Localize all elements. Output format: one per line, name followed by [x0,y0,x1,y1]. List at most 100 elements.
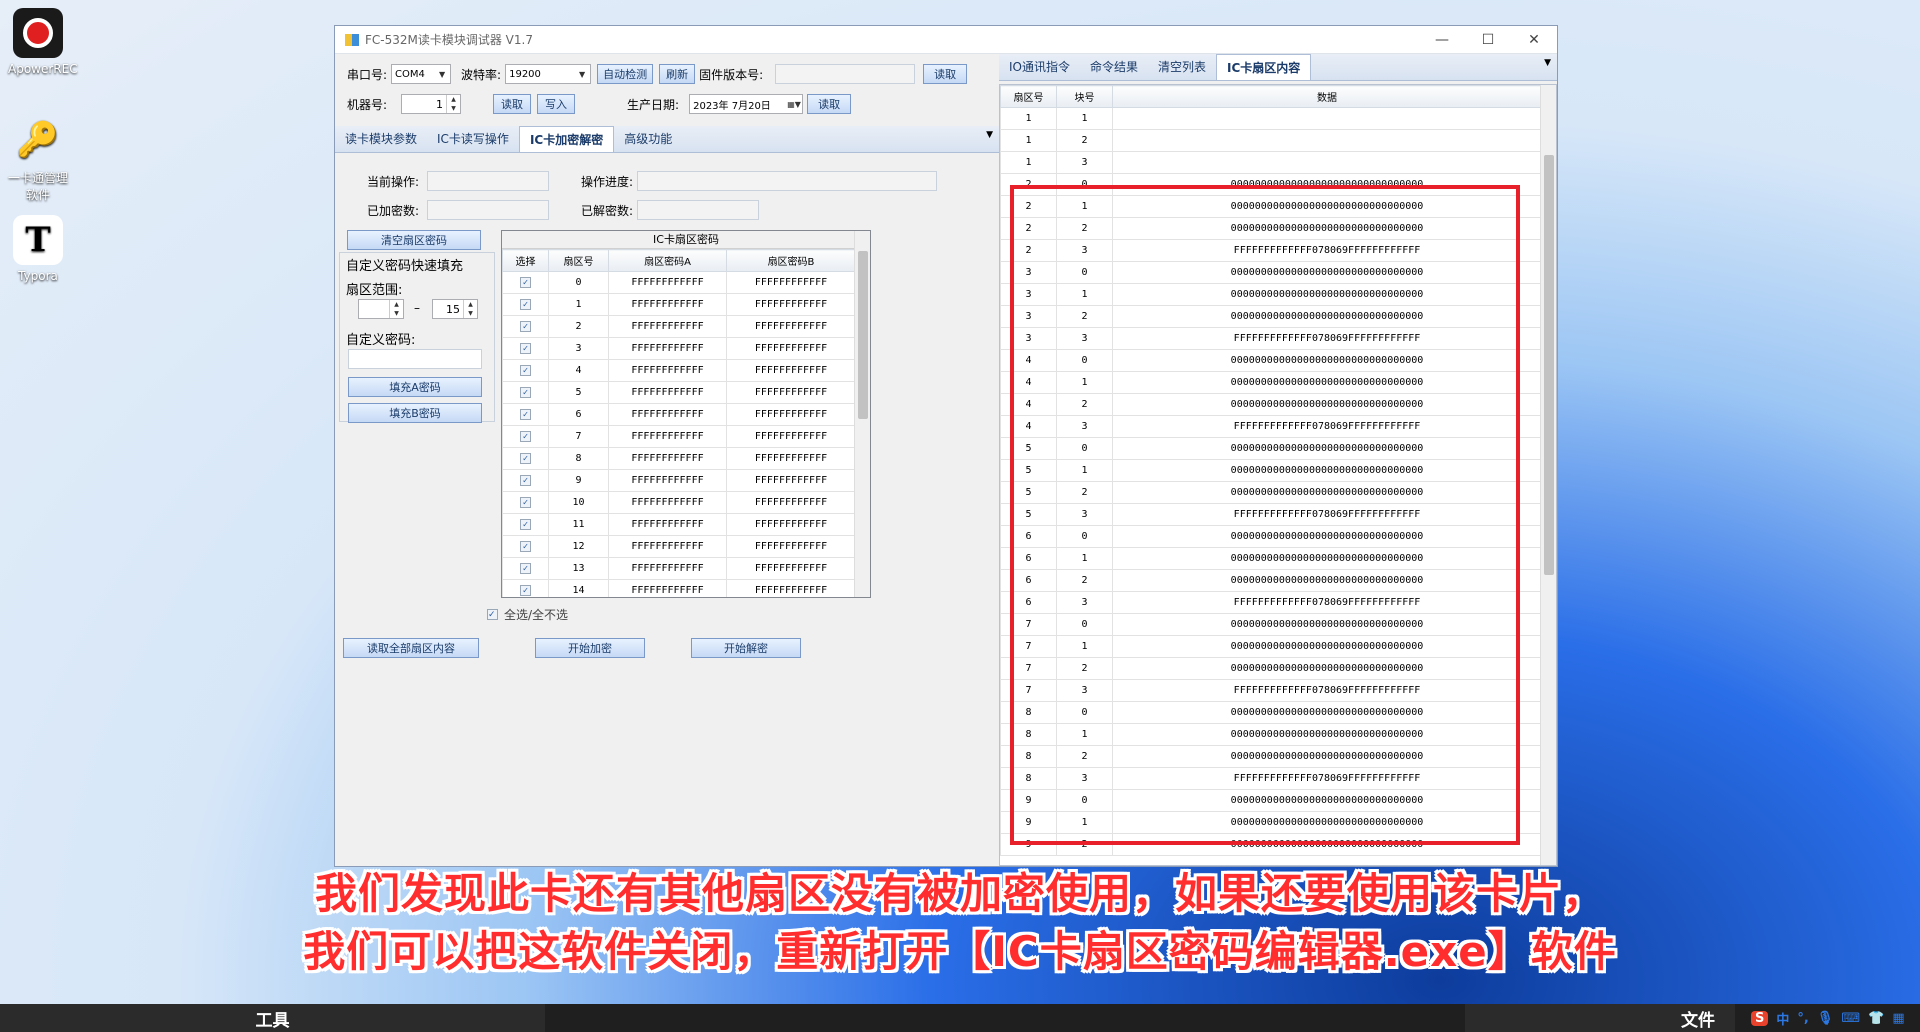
row-checkbox[interactable]: ✓ [520,277,531,288]
table-row[interactable]: 11 [1000,107,1542,130]
keyboard-icon[interactable]: ⌨ [1841,1011,1860,1026]
auto-detect-button[interactable]: 自动检测 [597,64,654,84]
firmware-field[interactable] [775,64,916,84]
table-row[interactable]: ✓ 9 FFFFFFFFFFFF FFFFFFFFFFFF [502,469,856,492]
tab-module-params[interactable]: 读卡模块参数 [335,126,427,152]
desktop-icon-apowerrec[interactable]: ApowerREC [8,8,78,76]
table-row[interactable]: 12 [1000,129,1542,152]
row-checkbox[interactable]: ✓ [520,299,531,310]
row-select-cell[interactable]: ✓ [502,403,549,426]
table-row[interactable]: ✓ 4 FFFFFFFFFFFF FFFFFFFFFFFF [502,359,856,382]
machine-stepper[interactable]: 1 ▲ ▼ [401,94,462,114]
baud-select[interactable]: 19200 ▼ [505,64,592,84]
ime-mode[interactable]: 中 [1776,1009,1789,1028]
row-checkbox[interactable]: ✓ [520,563,531,574]
clear-sector-password-button[interactable]: 清空扇区密码 [347,230,481,250]
ime-tray[interactable]: S 中 °, 🎙 ⌨ 👕 ▦ [1745,1004,1920,1032]
col-password-b[interactable]: 扇区密码B [726,249,856,272]
col-sector[interactable]: 扇区号 [548,249,609,272]
skin-icon[interactable]: 👕 [1868,1011,1884,1026]
content-scrollbar[interactable] [1540,85,1556,865]
row-checkbox[interactable]: ✓ [520,365,531,376]
row-select-cell[interactable]: ✓ [502,359,549,382]
table-row[interactable]: ✓ 2 FFFFFFFFFFFF FFFFFFFFFFFF [502,315,856,338]
fill-b-password-button[interactable]: 填充B密码 [348,403,482,423]
minimize-button[interactable]: — [1419,32,1465,48]
row-select-cell[interactable]: ✓ [502,293,549,316]
taskbar-tools[interactable]: 工具 [0,1004,545,1032]
row-select-cell[interactable]: ✓ [502,579,549,597]
table-row[interactable]: ✓ 10 FFFFFFFFFFFF FFFFFFFFFFFF [502,491,856,514]
close-button[interactable]: ✕ [1511,32,1557,48]
col-sector-no[interactable]: 扇区号 [1000,85,1057,108]
read-all-sectors-button[interactable]: 读取全部扇区内容 [343,638,479,658]
row-checkbox[interactable]: ✓ [520,475,531,486]
table-row[interactable]: ✓ 14 FFFFFFFFFFFF FFFFFFFFFFFF [502,579,856,597]
table-row[interactable]: ✓ 8 FFFFFFFFFFFF FFFFFFFFFFFF [502,447,856,470]
read-firmware-button[interactable]: 读取 [923,64,968,84]
write-machine-button[interactable]: 写入 [537,94,576,114]
spin-arrows-icon[interactable]: ▲ ▼ [446,95,460,113]
start-decrypt-button[interactable]: 开始解密 [691,638,801,658]
punctuation-icon[interactable]: °, [1797,1011,1808,1026]
col-block-no[interactable]: 块号 [1056,85,1113,108]
refresh-button[interactable]: 刷新 [659,64,696,84]
port-select[interactable]: COM4 ▼ [391,64,452,84]
row-select-cell[interactable]: ✓ [502,271,549,294]
tab-ic-sector-content[interactable]: IC卡扇区内容 [1216,54,1312,80]
table-row[interactable]: ✓ 7 FFFFFFFFFFFF FFFFFFFFFFFF [502,425,856,448]
table-row[interactable]: ✓ 11 FFFFFFFFFFFF FFFFFFFFFFFF [502,513,856,536]
row-select-cell[interactable]: ✓ [502,337,549,360]
row-checkbox[interactable]: ✓ [520,519,531,530]
row-checkbox[interactable]: ✓ [520,453,531,464]
maximize-button[interactable]: ☐ [1465,32,1511,48]
spin-arrows-icon[interactable]: ▲ ▼ [389,300,403,318]
row-select-cell[interactable]: ✓ [502,381,549,404]
col-data[interactable]: 数据 [1112,85,1542,108]
row-select-cell[interactable]: ✓ [502,315,549,338]
tab-advanced[interactable]: 高级功能 [614,126,682,152]
row-checkbox[interactable]: ✓ [520,409,531,420]
row-checkbox[interactable]: ✓ [520,541,531,552]
sogou-icon[interactable]: S [1751,1010,1769,1026]
table-row[interactable]: ✓ 0 FFFFFFFFFFFF FFFFFFFFFFFF [502,271,856,294]
range-to-stepper[interactable]: 15 ▲ ▼ [432,299,478,319]
row-select-cell[interactable]: ✓ [502,535,549,558]
tabs-dropdown-icon[interactable]: ▼ [1538,54,1557,80]
grid-scrollbar[interactable] [854,231,870,597]
scroll-thumb[interactable] [858,251,868,419]
tab-ic-encrypt[interactable]: IC卡加密解密 [518,126,615,152]
desktop-icon-card-manager[interactable]: 🔑 一卡通管理软件 [8,115,68,203]
tab-command-result[interactable]: 命令结果 [1080,54,1148,80]
row-select-cell[interactable]: ✓ [502,513,549,536]
table-row[interactable]: ✓ 3 FFFFFFFFFFFF FFFFFFFFFFFF [502,337,856,360]
custom-password-input[interactable] [348,349,482,369]
table-row[interactable]: ✓ 13 FFFFFFFFFFFF FFFFFFFFFFFF [502,557,856,580]
row-select-cell[interactable]: ✓ [502,557,549,580]
col-password-a[interactable]: 扇区密码A [608,249,727,272]
row-select-cell[interactable]: ✓ [502,491,549,514]
col-select[interactable]: 选择 [502,249,549,272]
tabs-dropdown-icon[interactable]: ▼ [980,126,999,152]
row-checkbox[interactable]: ✓ [520,585,531,596]
taskbar-files[interactable]: 文件 [1465,1004,1735,1032]
scroll-thumb[interactable] [1544,155,1554,575]
read-date-button[interactable]: 读取 [807,94,852,114]
table-row[interactable]: ✓ 6 FFFFFFFFFFFF FFFFFFFFFFFF [502,403,856,426]
row-checkbox[interactable]: ✓ [520,343,531,354]
row-checkbox[interactable]: ✓ [520,321,531,332]
select-all-checkbox[interactable]: ✓ [487,609,498,620]
table-row[interactable]: ✓ 12 FFFFFFFFFFFF FFFFFFFFFFFF [502,535,856,558]
tab-io-commands[interactable]: IO通讯指令 [999,54,1080,80]
row-select-cell[interactable]: ✓ [502,447,549,470]
desktop-icon-typora[interactable]: T Typora [8,215,68,283]
row-checkbox[interactable]: ✓ [520,387,531,398]
tab-clear-list[interactable]: 清空列表 [1148,54,1216,80]
row-checkbox[interactable]: ✓ [520,431,531,442]
start-encrypt-button[interactable]: 开始加密 [535,638,645,658]
row-checkbox[interactable]: ✓ [520,497,531,508]
table-row[interactable]: ✓ 1 FFFFFFFFFFFF FFFFFFFFFFFF [502,293,856,316]
row-select-cell[interactable]: ✓ [502,425,549,448]
microphone-icon[interactable]: 🎙 [1817,1011,1834,1026]
read-machine-button[interactable]: 读取 [493,94,532,114]
